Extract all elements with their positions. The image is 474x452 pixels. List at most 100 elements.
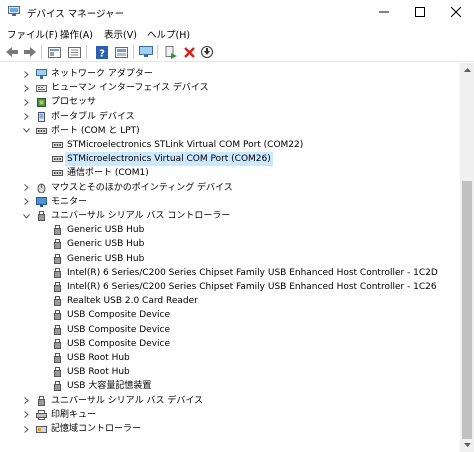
tree-device[interactable]: Generic USB Hub bbox=[0, 223, 460, 237]
maximize-button[interactable] bbox=[402, 0, 438, 24]
tree-item-label: Intel(R) 6 Series/C200 Series Chipset Fa… bbox=[67, 282, 437, 292]
tree-item-label: Generic USB Hub bbox=[67, 253, 145, 264]
storage-icon bbox=[36, 426, 47, 433]
tree-category[interactable]: 記憶域コントローラー bbox=[0, 422, 460, 436]
tree-device[interactable]: USB 大容量記憶装置 bbox=[0, 379, 460, 393]
tree-device[interactable]: USB Root Hub bbox=[0, 365, 460, 379]
tree-item-label: 記憶域コントローラー bbox=[51, 424, 142, 434]
close-button[interactable] bbox=[438, 0, 474, 24]
tree-item-label: マウスとそのほかのポインティング デバイス bbox=[51, 182, 233, 193]
update-button[interactable] bbox=[113, 44, 129, 60]
tree-category[interactable]: マウスとそのほかのポインティング デバイス bbox=[0, 181, 460, 195]
chevron-right-icon[interactable] bbox=[22, 81, 30, 95]
menu-file[interactable]: ファイル(F) bbox=[7, 27, 58, 41]
tree-device[interactable]: Generic USB Hub bbox=[0, 252, 460, 266]
tree-device[interactable]: Intel(R) 6 Series/C200 Series Chipset Fa… bbox=[0, 266, 460, 280]
tree-category[interactable]: 印刷キュー bbox=[0, 408, 460, 422]
usb-icon bbox=[54, 225, 61, 236]
tree-device[interactable]: STMicroelectronics STLink Virtual COM Po… bbox=[0, 138, 460, 152]
menu-view[interactable]: 表示(V) bbox=[104, 27, 137, 41]
mouse-icon bbox=[37, 183, 46, 193]
tree-category[interactable]: モニター bbox=[0, 195, 460, 209]
tree-item-label: STMicroelectronics STLink Virtual COM Po… bbox=[67, 140, 304, 150]
tree-item-label: Realtek USB 2.0 Card Reader bbox=[67, 296, 198, 307]
usb-icon bbox=[54, 381, 61, 392]
tree-device[interactable]: USB Composite Device bbox=[0, 323, 460, 337]
tree-device[interactable]: Intel(R) 6 Series/C200 Series Chipset Fa… bbox=[0, 280, 460, 294]
scroll-down-button[interactable] bbox=[460, 438, 474, 452]
download-icon bbox=[201, 46, 213, 58]
close-icon bbox=[451, 7, 461, 17]
tree-category[interactable]: ユニバーサル シリアル バス コントローラー bbox=[0, 209, 460, 223]
monitor-button[interactable] bbox=[138, 44, 154, 60]
uninstall-icon bbox=[183, 46, 195, 58]
minimize-button[interactable] bbox=[366, 0, 402, 24]
usb-icon bbox=[54, 310, 61, 321]
show-hidden-icon bbox=[67, 46, 81, 58]
tree-item-label: USB Root Hub bbox=[67, 367, 130, 378]
download-button[interactable] bbox=[199, 44, 215, 60]
tree-item-label: ネットワーク アダプター bbox=[51, 69, 153, 79]
chevron-down-icon[interactable] bbox=[22, 209, 30, 223]
help-button[interactable]: ? bbox=[94, 44, 110, 60]
scroll-thumb[interactable] bbox=[462, 181, 472, 439]
vertical-scrollbar[interactable] bbox=[460, 63, 474, 452]
tree-device[interactable]: STMicroelectronics Virtual COM Port (COM… bbox=[0, 152, 460, 167]
tree-item-label: ポート (COM と LPT) bbox=[51, 125, 140, 136]
tree-device[interactable]: 通信ポート (COM1) bbox=[0, 166, 460, 180]
device-tree[interactable]: ネットワーク アダプターヒューマン インターフェイス デバイス プロセッサポータブ… bbox=[0, 63, 460, 452]
tree-device[interactable]: Realtek USB 2.0 Card Reader bbox=[0, 294, 460, 308]
menu-bar: ファイル(F) 操作(A) 表示(V) ヘルプ(H) bbox=[0, 24, 474, 42]
uninstall-button[interactable] bbox=[181, 44, 197, 60]
processor-icon bbox=[37, 98, 46, 108]
usb-icon bbox=[38, 211, 45, 221]
title-bar: デバイス マネージャー bbox=[0, 0, 474, 24]
chevron-down-icon bbox=[463, 443, 471, 447]
printer-icon bbox=[36, 409, 47, 420]
tree-category[interactable]: ポート (COM と LPT) bbox=[0, 124, 460, 138]
usb-icon bbox=[54, 338, 61, 349]
tree-item-label: ヒューマン インターフェイス デバイス bbox=[51, 83, 209, 94]
usb-icon bbox=[54, 282, 61, 292]
tree-item-label: STMicroelectronics Virtual COM Port (COM… bbox=[65, 152, 273, 167]
forward-icon bbox=[24, 47, 36, 57]
tree-device[interactable]: USB Root Hub bbox=[0, 351, 460, 365]
menu-help[interactable]: ヘルプ(H) bbox=[147, 27, 190, 41]
port-icon bbox=[52, 170, 63, 177]
chevron-right-icon[interactable] bbox=[22, 195, 30, 209]
tree-item-label: USB Composite Device bbox=[67, 338, 171, 349]
hid-icon bbox=[36, 85, 47, 93]
chevron-right-icon[interactable] bbox=[22, 95, 30, 109]
tree-item-label: モニター bbox=[51, 196, 88, 207]
tree-device[interactable]: USB Composite Device bbox=[0, 308, 460, 322]
chevron-down-icon[interactable] bbox=[22, 124, 30, 138]
chevron-right-icon[interactable] bbox=[22, 181, 30, 195]
tree-category[interactable]: プロセッサ bbox=[0, 95, 460, 109]
show-hidden-button[interactable] bbox=[66, 44, 82, 60]
back-button[interactable] bbox=[4, 44, 20, 60]
chevron-right-icon[interactable] bbox=[22, 408, 30, 422]
chevron-right-icon[interactable] bbox=[22, 110, 30, 124]
tree-item-label: 印刷キュー bbox=[51, 409, 97, 420]
properties-button[interactable] bbox=[46, 44, 62, 60]
tree-category[interactable]: ヒューマン インターフェイス デバイス bbox=[0, 81, 460, 95]
tree-device[interactable]: USB Composite Device bbox=[0, 337, 460, 351]
tree-category[interactable]: ネットワーク アダプター bbox=[0, 67, 460, 81]
port-icon bbox=[52, 156, 63, 163]
scroll-up-button[interactable] bbox=[460, 63, 474, 77]
usb-icon bbox=[54, 296, 61, 307]
tree-category[interactable]: ポータブル デバイス bbox=[0, 110, 460, 124]
chevron-right-icon[interactable] bbox=[22, 422, 30, 436]
menu-action[interactable]: 操作(A) bbox=[60, 27, 93, 41]
chevron-right-icon[interactable] bbox=[22, 394, 30, 408]
tree-category[interactable]: ユニバーサル シリアル バス デバイス bbox=[0, 394, 460, 408]
forward-button[interactable] bbox=[22, 44, 38, 60]
enable-device-icon bbox=[165, 45, 177, 59]
back-icon bbox=[6, 47, 18, 57]
chevron-right-icon[interactable] bbox=[22, 67, 30, 81]
tree-item-label: プロセッサ bbox=[51, 97, 97, 108]
properties-icon bbox=[47, 46, 61, 58]
enable-device-button[interactable] bbox=[163, 44, 179, 60]
tree-device[interactable]: Generic USB Hub bbox=[0, 237, 460, 251]
tree-item-label: Generic USB Hub bbox=[67, 239, 145, 250]
